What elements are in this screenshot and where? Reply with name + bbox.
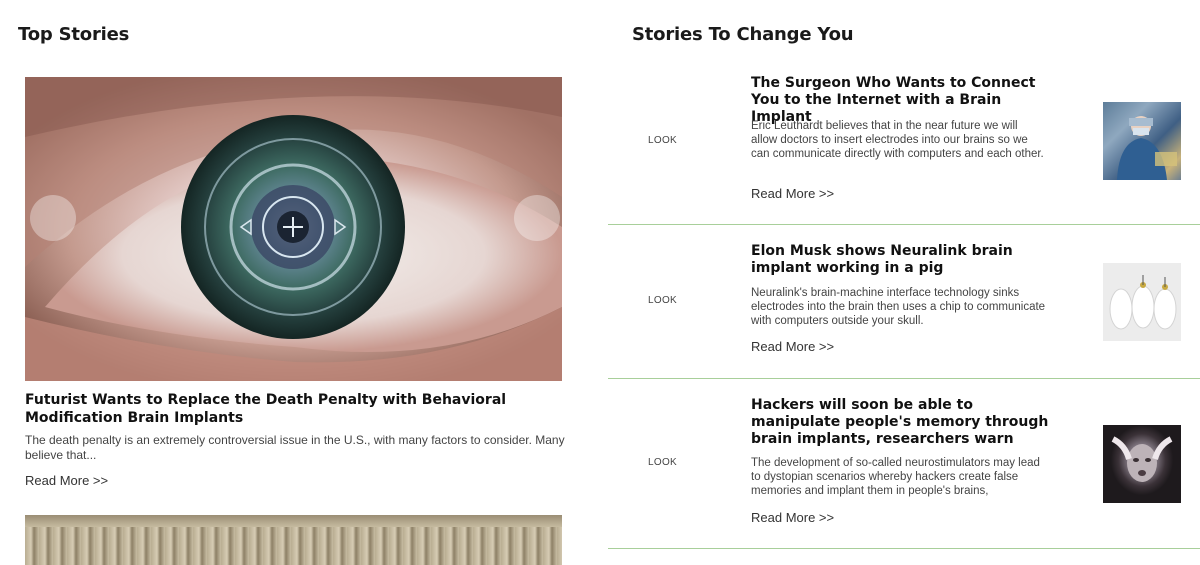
carousel-next-button[interactable] — [514, 195, 560, 241]
featured-story-image[interactable] — [25, 77, 562, 381]
story-tag: LOOK — [648, 295, 677, 306]
story-divider — [608, 224, 1200, 225]
story-title[interactable]: Elon Musk shows Neuralink brain implant … — [751, 243, 1066, 277]
distressed-person-thumbnail[interactable] — [1103, 425, 1181, 503]
featured-read-more-link[interactable]: Read More >> — [25, 473, 108, 488]
featured-story-headline[interactable]: Futurist Wants to Replace the Death Pena… — [25, 391, 545, 427]
pigs-thumbnail[interactable] — [1103, 263, 1181, 341]
story-divider — [608, 548, 1200, 549]
image-band — [25, 515, 562, 527]
top-stories-heading: Top Stories — [18, 24, 130, 45]
featured-story-excerpt: The death penalty is an extremely contro… — [25, 433, 565, 462]
cyber-eye-image — [25, 77, 562, 381]
carousel-prev-button[interactable] — [30, 195, 76, 241]
story-read-more-link[interactable]: Read More >> — [751, 186, 834, 201]
story-excerpt: Eric Leuthardt believes that in the near… — [751, 120, 1044, 160]
surgeon-thumbnail[interactable] — [1103, 102, 1181, 180]
story-excerpt: The development of so-called neurostimul… — [751, 457, 1040, 497]
story-read-more-link[interactable]: Read More >> — [751, 510, 834, 525]
stories-to-change-heading: Stories To Change You — [632, 24, 854, 45]
story-tag: LOOK — [648, 135, 677, 146]
story-tag: LOOK — [648, 457, 677, 468]
story-divider — [608, 378, 1200, 379]
story-read-more-link[interactable]: Read More >> — [751, 339, 834, 354]
story-excerpt: Neuralink's brain-machine interface tech… — [751, 287, 1046, 327]
story-title[interactable]: Hackers will soon be able to manipulate … — [751, 397, 1066, 448]
second-story-image[interactable] — [25, 515, 562, 565]
